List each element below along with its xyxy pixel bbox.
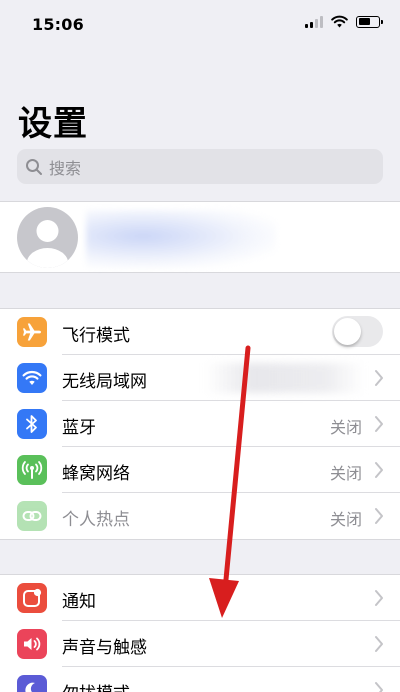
settings-row-label: 声音与触感 <box>62 638 147 658</box>
settings-row-label: 蓝牙 <box>62 418 96 438</box>
cellular-signal-icon <box>305 15 323 28</box>
chevron-right-icon <box>375 636 383 652</box>
bluetooth-icon <box>17 409 47 439</box>
settings-row-value: 关闭 <box>329 510 362 529</box>
settings-row-label: 蜂窝网络 <box>62 464 130 484</box>
notification-settings-group: 通知 声音与触感 勿扰模式 <box>0 574 400 692</box>
connectivity-settings-group: 飞行模式 无线局域网 蓝牙 关闭 蜂窝网络 关闭 个人热点 关闭 <box>0 308 400 540</box>
settings-row-bluetooth[interactable]: 蓝牙 关闭 <box>0 401 400 447</box>
airplane-mode-toggle[interactable] <box>332 316 383 347</box>
settings-row-label: 勿扰模式 <box>62 679 130 692</box>
antenna-icon <box>17 455 47 485</box>
search-input[interactable]: 搜索 <box>17 149 383 184</box>
settings-row-wifi[interactable]: 无线局域网 <box>0 355 400 401</box>
status-bar: 15:06 <box>0 0 400 52</box>
moon-icon <box>17 675 47 692</box>
settings-row-value: 关闭 <box>329 464 362 483</box>
settings-row-notifications[interactable]: 通知 <box>0 575 400 621</box>
settings-row-cellular[interactable]: 蜂窝网络 关闭 <box>0 447 400 493</box>
settings-row-label: 飞行模式 <box>62 326 130 346</box>
battery-icon <box>356 15 383 28</box>
settings-row-airplane-mode[interactable]: 飞行模式 <box>0 309 400 355</box>
settings-row-label: 通知 <box>62 592 96 612</box>
search-placeholder: 搜索 <box>49 158 82 178</box>
settings-row-personal-hotspot[interactable]: 个人热点 关闭 <box>0 493 400 539</box>
settings-row-label: 无线局域网 <box>62 372 147 392</box>
wifi-icon <box>17 363 47 393</box>
airplane-icon <box>17 317 47 347</box>
settings-row-sounds[interactable]: 声音与触感 <box>0 621 400 667</box>
settings-row-label: 个人热点 <box>62 510 130 530</box>
blurred-network-name <box>205 363 365 393</box>
apple-id-profile-row[interactable] <box>0 201 400 273</box>
avatar <box>17 207 78 268</box>
page-title: 设置 <box>18 104 88 144</box>
chevron-right-icon <box>375 682 383 692</box>
hotspot-icon <box>17 501 47 531</box>
search-icon <box>26 158 42 175</box>
status-icons <box>305 15 383 28</box>
speaker-icon <box>17 629 47 659</box>
settings-row-do-not-disturb[interactable]: 勿扰模式 <box>0 667 400 692</box>
chevron-right-icon <box>375 590 383 606</box>
settings-row-value: 关闭 <box>329 418 362 437</box>
chevron-right-icon <box>375 416 383 432</box>
status-time: 15:06 <box>32 15 84 34</box>
chevron-right-icon <box>375 508 383 524</box>
chevron-right-icon <box>375 370 383 386</box>
blurred-account-name <box>86 210 276 268</box>
wifi-status-icon <box>331 15 348 28</box>
chevron-right-icon <box>375 462 383 478</box>
notifications-icon <box>17 583 47 613</box>
